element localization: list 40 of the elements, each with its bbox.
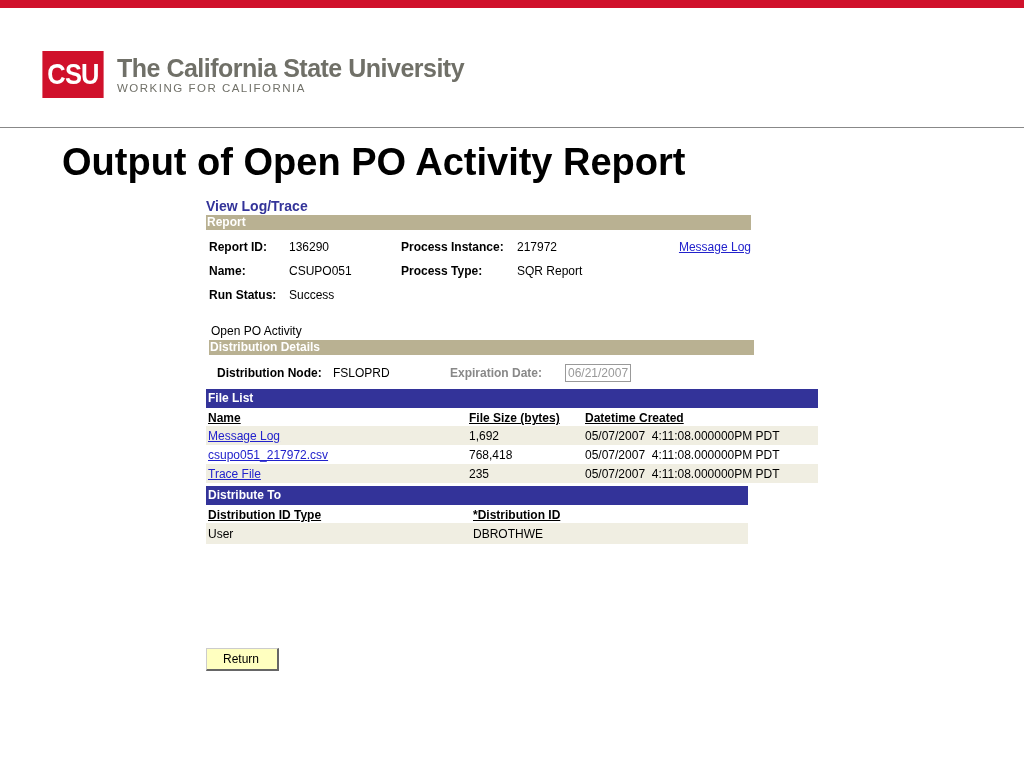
field-label: Run Status: (209, 288, 278, 302)
field-value: Success (289, 288, 336, 302)
column-header: *Distribution ID (472, 507, 562, 523)
field-value: 217972 (517, 240, 559, 254)
field-label: Distribution Node: (217, 366, 323, 380)
field-label: Name: (209, 264, 247, 278)
table-cell: 1,692 (467, 426, 583, 445)
table-cell: User (206, 523, 471, 544)
field-value: SQR Report (517, 264, 584, 278)
column-header: Name (207, 410, 242, 426)
file-link[interactable]: Trace File (208, 467, 261, 481)
page-title: View Log/Trace (206, 198, 309, 214)
logo-name: The California State University (117, 54, 465, 82)
message-log-link[interactable]: Message Log (678, 240, 751, 254)
field-value: CSUPO051 (289, 264, 353, 278)
report-description: Open PO Activity (211, 324, 303, 338)
slide-title: Output of Open PO Activity Report (62, 140, 687, 185)
field-value: 136290 (289, 240, 331, 254)
file-link[interactable]: csupo051_217972.csv (208, 448, 329, 462)
table-cell: 05/07/2007 4:11:08.000000PM PDT (583, 464, 818, 483)
field-value: FSLOPRD (333, 366, 391, 380)
section-header: File List (206, 389, 818, 408)
table-cell-text: 768,418 (468, 447, 514, 464)
logo-tagline: WORKING FOR CALIFORNIA (117, 82, 307, 94)
column-header: File Size (bytes) (468, 410, 561, 426)
section-header: Distribute To (206, 486, 748, 505)
return-button[interactable]: Return (206, 648, 280, 671)
table-cell: DBROTHWE (471, 523, 748, 544)
table-cell: 235 (467, 464, 583, 483)
logo-mark: CSU (42, 50, 104, 98)
field-label: Expiration Date: (450, 366, 543, 380)
column-header: Distribution ID Type (207, 507, 323, 523)
column-header: Datetime Created (584, 410, 685, 426)
field-label: Process Type: (401, 264, 484, 278)
field-label: Report ID: (209, 240, 268, 254)
field-label: Process Instance: (401, 240, 505, 254)
table-cell: 05/07/2007 4:11:08.000000PM PDT (583, 426, 818, 445)
section-header: Distribution Details (209, 340, 754, 355)
section-header: Report (206, 215, 751, 230)
table-cell-text: 05/07/2007 4:11:08.000000PM PDT (584, 447, 781, 464)
